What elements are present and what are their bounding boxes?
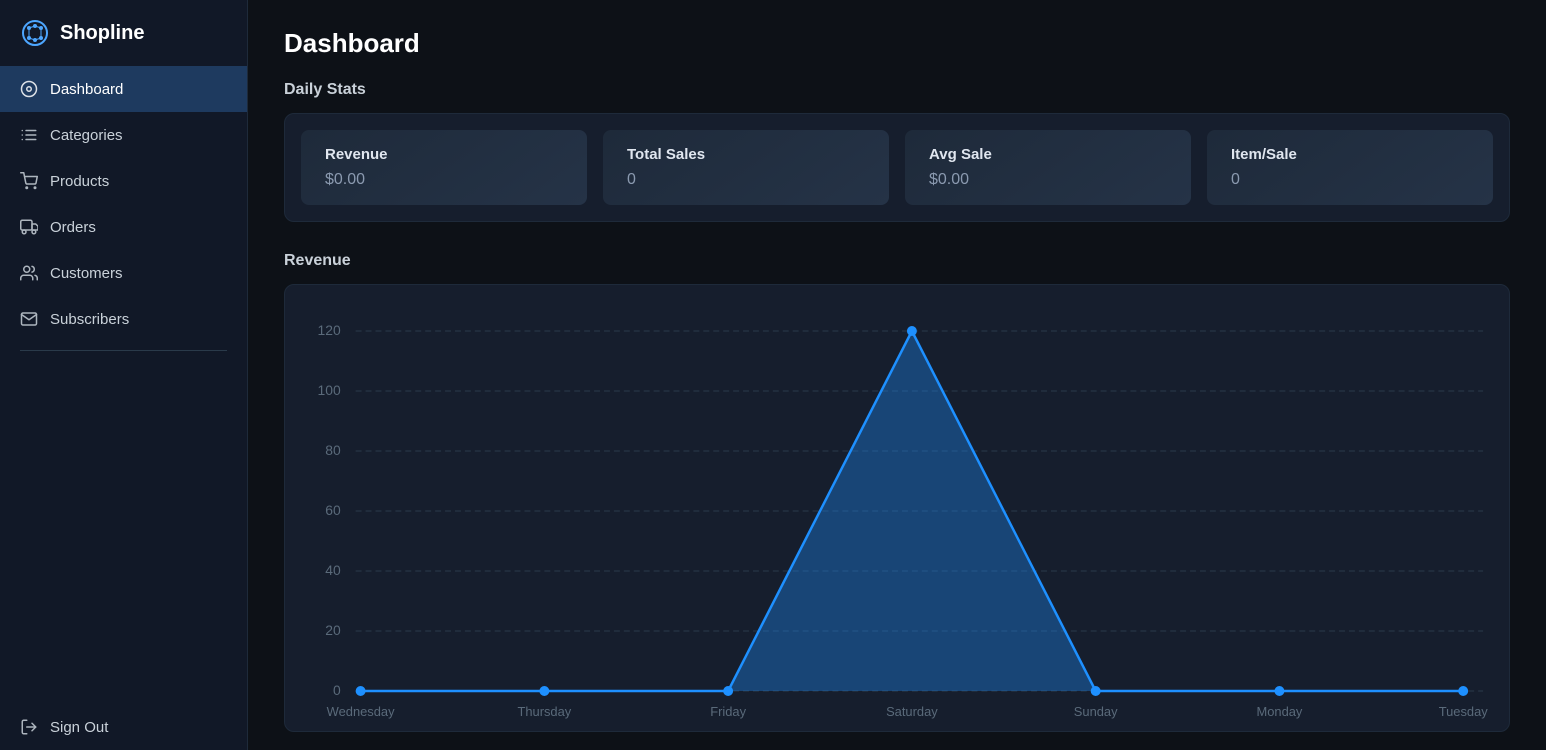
- sidebar-item-subscribers-label: Subscribers: [50, 311, 129, 328]
- y-label-0: 0: [333, 682, 341, 698]
- sidebar-nav: Dashboard Categories Products: [0, 66, 247, 750]
- stat-total-sales-value: 0: [627, 171, 865, 189]
- sidebar-item-customers[interactable]: Customers: [0, 250, 247, 296]
- nav-divider: [20, 350, 227, 351]
- orders-icon: [20, 218, 38, 236]
- y-label-20: 20: [325, 622, 341, 638]
- revenue-section: Revenue 120 100 80: [284, 252, 1510, 732]
- stat-item-sale-label: Item/Sale: [1231, 146, 1469, 163]
- chart-dot-monday: [1274, 686, 1284, 696]
- x-label-tuesday: Tuesday: [1439, 704, 1489, 719]
- x-label-friday: Friday: [710, 704, 746, 719]
- daily-stats-title: Daily Stats: [284, 81, 1510, 99]
- chart-dot-sunday: [1091, 686, 1101, 696]
- sign-out-button[interactable]: Sign Out: [0, 704, 247, 750]
- app-name: Shopline: [60, 22, 144, 45]
- stat-card-avg-sale: Avg Sale $0.00: [905, 130, 1191, 205]
- sidebar-item-orders[interactable]: Orders: [0, 204, 247, 250]
- chart-dot-saturday: [907, 326, 917, 336]
- logo-icon: [20, 18, 50, 48]
- x-label-wednesday: Wednesday: [327, 704, 395, 719]
- daily-stats-section: Daily Stats Revenue $0.00 Total Sales 0 …: [284, 81, 1510, 222]
- app-logo: Shopline: [0, 0, 247, 66]
- chart-dot-tuesday: [1458, 686, 1468, 696]
- sidebar-item-products[interactable]: Products: [0, 158, 247, 204]
- stat-avg-sale-value: $0.00: [929, 171, 1167, 189]
- y-label-60: 60: [325, 502, 341, 518]
- revenue-chart-title: Revenue: [284, 252, 1510, 270]
- main-content: Dashboard Daily Stats Revenue $0.00 Tota…: [248, 0, 1546, 750]
- categories-icon: [20, 126, 38, 144]
- sign-out-icon: [20, 718, 38, 736]
- sidebar-item-products-label: Products: [50, 173, 109, 190]
- revenue-chart-container: 120 100 80 60 40 20: [284, 284, 1510, 732]
- stat-avg-sale-label: Avg Sale: [929, 146, 1167, 163]
- y-label-120: 120: [318, 322, 341, 338]
- sidebar-item-categories-label: Categories: [50, 127, 123, 144]
- chart-dot-wednesday: [356, 686, 366, 696]
- sidebar-item-customers-label: Customers: [50, 265, 123, 282]
- stat-total-sales-label: Total Sales: [627, 146, 865, 163]
- stats-grid: Revenue $0.00 Total Sales 0 Avg Sale $0.…: [284, 113, 1510, 222]
- sidebar-item-dashboard-label: Dashboard: [50, 81, 123, 98]
- y-label-100: 100: [318, 382, 341, 398]
- subscribers-icon: [20, 310, 38, 328]
- stat-item-sale-value: 0: [1231, 171, 1469, 189]
- stat-revenue-label: Revenue: [325, 146, 563, 163]
- customers-icon: [20, 264, 38, 282]
- chart-dot-friday: [723, 686, 733, 696]
- revenue-chart-area: 120 100 80 60 40 20: [301, 301, 1493, 721]
- y-label-80: 80: [325, 442, 341, 458]
- sidebar-item-orders-label: Orders: [50, 219, 96, 236]
- sidebar-item-subscribers[interactable]: Subscribers: [0, 296, 247, 342]
- sign-out-label: Sign Out: [50, 719, 108, 736]
- x-label-sunday: Sunday: [1074, 704, 1118, 719]
- x-label-saturday: Saturday: [886, 704, 938, 719]
- stat-card-revenue: Revenue $0.00: [301, 130, 587, 205]
- dashboard-icon: [20, 80, 38, 98]
- y-label-40: 40: [325, 562, 341, 578]
- stat-card-item-sale: Item/Sale 0: [1207, 130, 1493, 205]
- sidebar-item-dashboard[interactable]: Dashboard: [0, 66, 247, 112]
- x-label-thursday: Thursday: [517, 704, 571, 719]
- chart-dot-thursday: [539, 686, 549, 696]
- page-title: Dashboard: [284, 28, 1510, 59]
- products-icon: [20, 172, 38, 190]
- sidebar-item-categories[interactable]: Categories: [0, 112, 247, 158]
- stat-card-total-sales: Total Sales 0: [603, 130, 889, 205]
- stat-revenue-value: $0.00: [325, 171, 563, 189]
- revenue-chart-svg: 120 100 80 60 40 20: [301, 301, 1493, 721]
- sidebar: Shopline Dashboard Categories: [0, 0, 248, 750]
- x-label-monday: Monday: [1256, 704, 1302, 719]
